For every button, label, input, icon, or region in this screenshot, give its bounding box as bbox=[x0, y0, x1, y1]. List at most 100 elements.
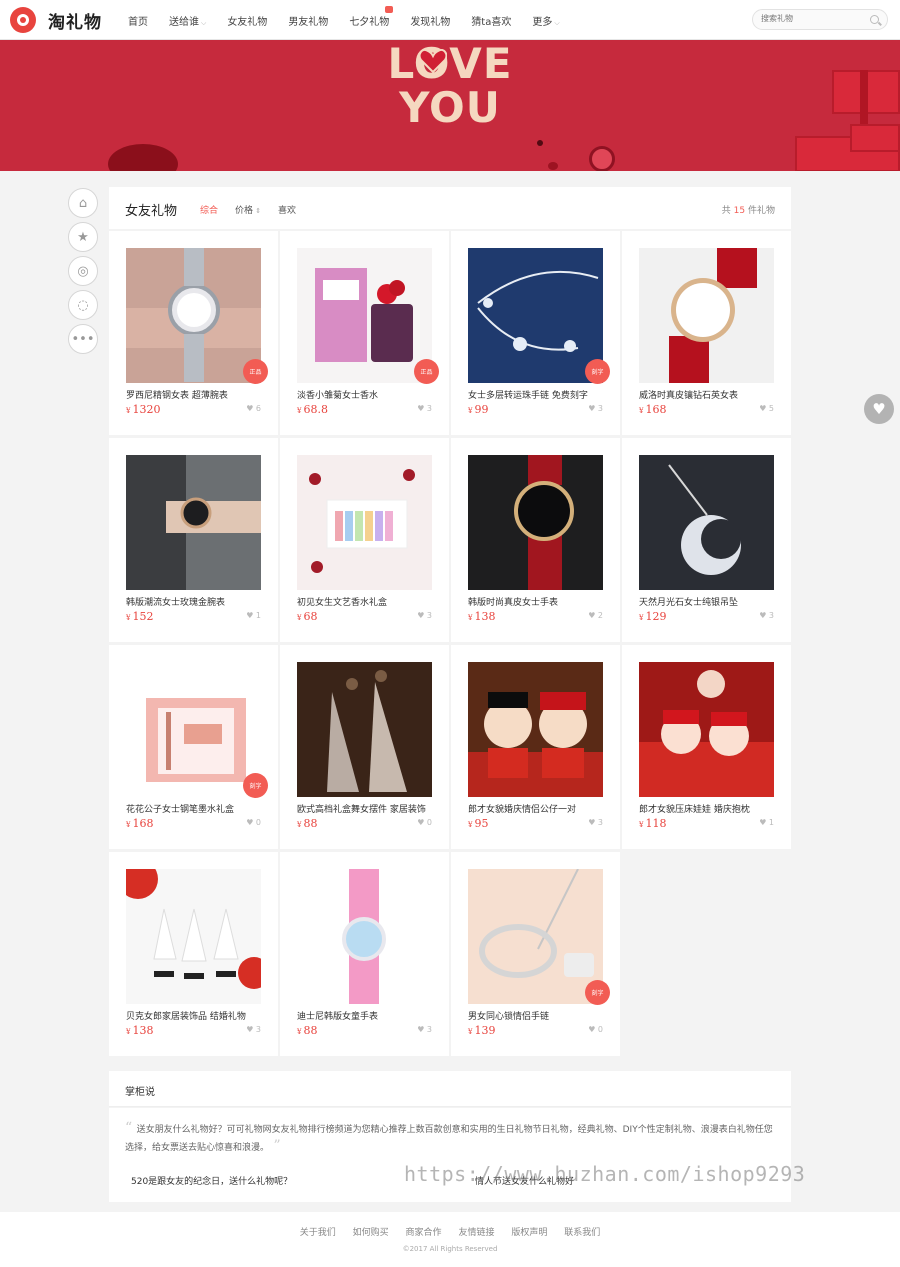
product-card[interactable]: 韩版潮流女士玫瑰金腕表 ¥152 ♥ 1 bbox=[109, 438, 278, 642]
product-image[interactable] bbox=[639, 248, 774, 383]
like-count[interactable]: ♥ 3 bbox=[588, 404, 603, 413]
product-name[interactable]: 韩版潮流女士玫瑰金腕表 bbox=[126, 595, 261, 608]
product-image[interactable] bbox=[297, 248, 432, 383]
product-name[interactable]: 男女同心锁情侣手链 bbox=[468, 1009, 603, 1022]
site-logo[interactable]: 淘礼物 bbox=[10, 7, 102, 33]
product-name[interactable]: 天然月光石女士纯银吊坠 bbox=[639, 595, 774, 608]
sort-like[interactable]: 喜欢 bbox=[278, 203, 296, 216]
logo-text: 淘礼物 bbox=[48, 12, 102, 33]
wechat-share-button[interactable]: ◌ bbox=[68, 290, 98, 320]
like-count[interactable]: ♥ 0 bbox=[588, 1025, 603, 1034]
product-card[interactable]: 刻字 女士多层转运珠手链 免费刻字 ¥99 ♥ 3 bbox=[451, 231, 620, 435]
product-image[interactable] bbox=[297, 869, 432, 1004]
product-name[interactable]: 花花公子女士钢笔墨水礼盒 bbox=[126, 802, 261, 815]
product-price: ¥68.8 bbox=[297, 403, 328, 416]
open-quote-icon: “ bbox=[125, 1120, 137, 1136]
like-count[interactable]: ♥ 3 bbox=[417, 611, 432, 620]
like-count[interactable]: ♥ 1 bbox=[759, 818, 774, 827]
nav-item-boyfriend-gifts[interactable]: 男友礼物 bbox=[288, 13, 328, 28]
product-name[interactable]: 罗西尼精钢女表 超薄腕表 bbox=[126, 388, 261, 401]
footer-link-how-to-buy[interactable]: 如何购买 bbox=[353, 1228, 389, 1238]
product-card[interactable]: 郎才女貌压床娃娃 婚庆抱枕 ¥118 ♥ 1 bbox=[622, 645, 791, 849]
product-card[interactable]: 威洛时真皮镶钻石英女表 ¥168 ♥ 5 bbox=[622, 231, 791, 435]
banner-line-1: LOVE bbox=[387, 40, 513, 88]
like-count[interactable]: ♥ 3 bbox=[417, 404, 432, 413]
product-image[interactable] bbox=[639, 455, 774, 590]
nav-item-guess-like[interactable]: 猜ta喜欢 bbox=[471, 13, 511, 28]
nav-item-home[interactable]: 首页 bbox=[128, 13, 148, 28]
qq-share-button[interactable]: ⌂ bbox=[68, 188, 98, 218]
nav-item-discover[interactable]: 发现礼物 bbox=[410, 13, 450, 28]
banner-line-2: YOU bbox=[399, 83, 501, 132]
product-card[interactable]: 郎才女貌婚庆情侣公仔一对 ¥95 ♥ 3 bbox=[451, 645, 620, 849]
product-image[interactable] bbox=[126, 248, 261, 383]
product-image[interactable] bbox=[126, 455, 261, 590]
more-share-button[interactable]: ••• bbox=[68, 324, 98, 354]
close-quote-icon: ” bbox=[269, 1138, 281, 1154]
product-name[interactable]: 贝克女郎家居装饰品 结婚礼物 bbox=[126, 1009, 261, 1022]
product-image[interactable] bbox=[468, 662, 603, 797]
like-count[interactable]: ♥ 0 bbox=[246, 818, 261, 827]
like-count[interactable]: ♥ 5 bbox=[759, 404, 774, 413]
sort-comprehensive[interactable]: 综合 bbox=[200, 203, 218, 216]
product-card[interactable]: 贝克女郎家居装饰品 结婚礼物 ¥138 ♥ 3 bbox=[109, 852, 278, 1056]
product-card[interactable]: 天然月光石女士纯银吊坠 ¥129 ♥ 3 bbox=[622, 438, 791, 642]
product-name[interactable]: 淡香小雏菊女士香水 bbox=[297, 388, 432, 401]
product-image[interactable] bbox=[639, 662, 774, 797]
product-image[interactable] bbox=[468, 869, 603, 1004]
sort-arrows-icon: ⇕ bbox=[253, 207, 262, 215]
sort-price[interactable]: 价格 ⇕ bbox=[235, 203, 261, 216]
product-image[interactable] bbox=[126, 869, 261, 1004]
product-price: ¥95 bbox=[468, 817, 489, 830]
product-image[interactable] bbox=[297, 455, 432, 590]
floating-like-button[interactable]: ♥ bbox=[864, 394, 894, 424]
like-count[interactable]: ♥ 3 bbox=[759, 611, 774, 620]
footer-link-copyright[interactable]: 版权声明 bbox=[511, 1228, 547, 1238]
nav-item-qixi-gifts[interactable]: 七夕礼物 bbox=[349, 5, 394, 28]
like-count[interactable]: ♥ 3 bbox=[246, 1025, 261, 1034]
product-name[interactable]: 女士多层转运珠手链 免费刻字 bbox=[468, 388, 603, 401]
product-image[interactable] bbox=[468, 455, 603, 590]
like-count[interactable]: ♥ 1 bbox=[246, 611, 261, 620]
like-count[interactable]: ♥ 0 bbox=[417, 818, 432, 827]
nav-item-send-to[interactable]: 送给谁 ⌵ bbox=[169, 13, 206, 28]
footer-link-contact[interactable]: 联系我们 bbox=[564, 1228, 600, 1238]
product-card[interactable]: 迪士尼韩版女童手表 ¥88 ♥ 3 bbox=[280, 852, 449, 1056]
search-icon[interactable] bbox=[870, 15, 879, 24]
product-card[interactable]: 刻字 花花公子女士钢笔墨水礼盒 ¥168 ♥ 0 bbox=[109, 645, 278, 849]
product-price: ¥138 bbox=[126, 1024, 154, 1037]
search-input[interactable] bbox=[761, 14, 861, 23]
weibo-share-button[interactable]: ◎ bbox=[68, 256, 98, 286]
like-count[interactable]: ♥ 3 bbox=[417, 1025, 432, 1034]
product-image[interactable] bbox=[468, 248, 603, 383]
like-count[interactable]: ♥ 3 bbox=[588, 818, 603, 827]
product-image[interactable] bbox=[126, 662, 261, 797]
product-name[interactable]: 威洛时真皮镶钻石英女表 bbox=[639, 388, 774, 401]
product-name[interactable]: 郎才女貌压床娃娃 婚庆抱枕 bbox=[639, 802, 774, 815]
heart-icon: ♥ bbox=[246, 818, 254, 827]
footer-link-about[interactable]: 关于我们 bbox=[300, 1228, 336, 1238]
gift-box-icon bbox=[850, 124, 900, 152]
product-name[interactable]: 初见女生文艺香水礼盒 bbox=[297, 595, 432, 608]
heart-icon: ♥ bbox=[588, 611, 596, 620]
footer-link-business[interactable]: 商家合作 bbox=[406, 1228, 442, 1238]
footer-link-friend-links[interactable]: 友情链接 bbox=[458, 1228, 494, 1238]
product-name[interactable]: 韩版时尚真皮女士手表 bbox=[468, 595, 603, 608]
product-card[interactable]: 韩版时尚真皮女士手表 ¥138 ♥ 2 bbox=[451, 438, 620, 642]
product-card[interactable]: 正品 淡香小雏菊女士香水 ¥68.8 ♥ 3 bbox=[280, 231, 449, 435]
product-image[interactable] bbox=[297, 662, 432, 797]
product-card[interactable]: 刻字 男女同心锁情侣手链 ¥139 ♥ 0 bbox=[451, 852, 620, 1056]
favorite-button[interactable]: ★ bbox=[68, 222, 98, 252]
qa-link-1[interactable]: 520是跟女友的纪念日，送什么礼物呢？ bbox=[131, 1174, 292, 1187]
product-card[interactable]: 初见女生文艺香水礼盒 ¥68 ♥ 3 bbox=[280, 438, 449, 642]
product-tag-badge: 刻字 bbox=[585, 359, 610, 384]
product-card[interactable]: 欧式高档礼盒舞女摆件 家居装饰 ¥88 ♥ 0 bbox=[280, 645, 449, 849]
nav-item-girlfriend-gifts[interactable]: 女友礼物 bbox=[227, 13, 267, 28]
like-count[interactable]: ♥ 2 bbox=[588, 611, 603, 620]
product-card[interactable]: 正品 罗西尼精钢女表 超薄腕表 ¥1320 ♥ 6 bbox=[109, 231, 278, 435]
product-name[interactable]: 迪士尼韩版女童手表 bbox=[297, 1009, 432, 1022]
product-name[interactable]: 欧式高档礼盒舞女摆件 家居装饰 bbox=[297, 802, 432, 815]
product-name[interactable]: 郎才女貌婚庆情侣公仔一对 bbox=[468, 802, 603, 815]
like-count[interactable]: ♥ 6 bbox=[246, 404, 261, 413]
nav-item-more[interactable]: 更多 ⌵ bbox=[532, 13, 559, 28]
